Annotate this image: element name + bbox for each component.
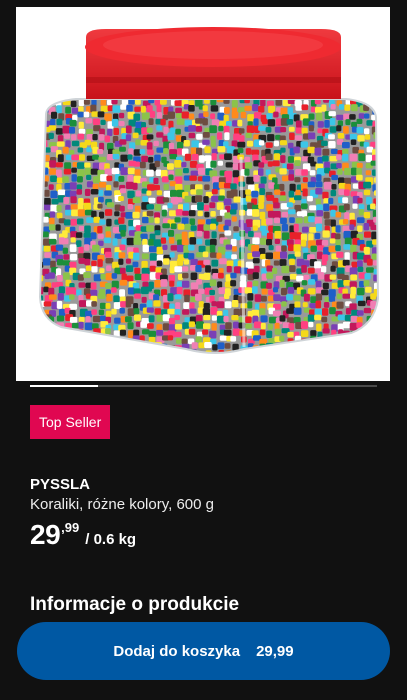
product-info-heading[interactable]: Informacje o produkcie — [30, 594, 239, 616]
add-to-cart-price: 29,99 — [256, 642, 294, 660]
price-unit: / 0.6 kg — [85, 531, 137, 548]
price-decimal: ,99 — [61, 520, 80, 535]
product-description: Koraliki, różne kolory, 600 g — [30, 496, 214, 513]
image-carousel-indicator[interactable] — [30, 385, 377, 387]
price-integer: 29 — [30, 519, 61, 550]
product-name: PYSSLA — [30, 476, 91, 493]
product-image[interactable] — [16, 7, 390, 381]
product-price: 29 ,99 / 0.6 kg — [30, 519, 136, 551]
top-seller-badge: Top Seller — [30, 405, 111, 439]
add-to-cart-label: Dodaj do koszyka — [113, 642, 241, 660]
add-to-cart-button[interactable]: Dodaj do koszyka 29,99 — [17, 622, 390, 680]
carousel-active-segment — [30, 385, 98, 387]
